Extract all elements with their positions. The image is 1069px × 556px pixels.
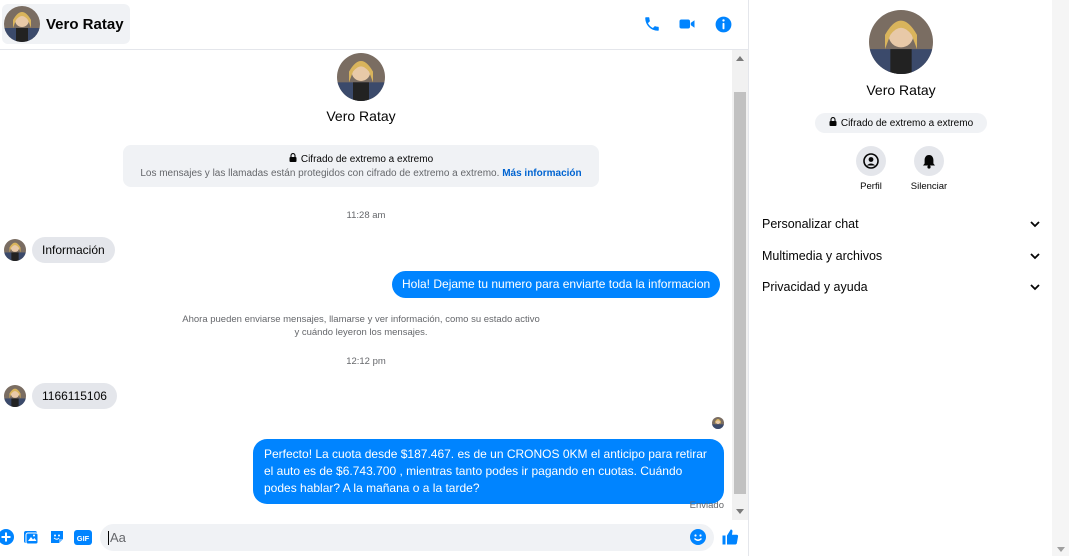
- profile-label: Perfil: [860, 181, 882, 192]
- more-info-link[interactable]: Más información: [502, 168, 581, 179]
- message-row-incoming: 1166115106: [4, 383, 117, 409]
- section-label: Privacidad y ayuda: [762, 280, 868, 294]
- composer: GIF Aa: [0, 520, 748, 556]
- timestamp: 11:28 am: [346, 210, 386, 221]
- lock-icon: [289, 153, 297, 165]
- section-label: Multimedia y archivos: [762, 249, 883, 263]
- section-media-files[interactable]: Multimedia y archivos: [762, 246, 1040, 266]
- info-contact-name: Vero Ratay: [866, 82, 936, 98]
- svg-text:GIF: GIF: [77, 534, 90, 543]
- seen-receipt-avatar: [712, 417, 724, 429]
- chevron-down-icon: [1030, 280, 1040, 294]
- phone-icon[interactable]: [641, 13, 663, 35]
- e2e-text: Los mensajes y las llamadas están proteg…: [140, 168, 500, 179]
- avatar: [4, 239, 26, 261]
- profile-icon: [856, 146, 886, 176]
- scroll-up-icon[interactable]: [736, 56, 744, 61]
- conversation-info-panel: Vero Ratay Cifrado de extremo a extremo …: [748, 0, 1052, 556]
- message-bubble-incoming[interactable]: 1166115106: [32, 383, 117, 409]
- plus-icon[interactable]: [0, 528, 15, 546]
- profile-button[interactable]: Perfil: [841, 146, 901, 192]
- sent-status: Enviado: [689, 500, 724, 511]
- lock-icon: [829, 117, 837, 129]
- scroll-down-icon[interactable]: [1057, 547, 1065, 552]
- message-scrollbar[interactable]: [732, 50, 748, 520]
- info-avatar[interactable]: [869, 10, 933, 74]
- message-input-placeholder: Aa: [110, 530, 126, 545]
- intro-avatar[interactable]: [337, 53, 385, 101]
- text-caret: [108, 530, 109, 545]
- message-bubble-outgoing[interactable]: Perfecto! La cuota desde $187.467. es de…: [253, 439, 724, 504]
- header-contact-button[interactable]: Vero Ratay: [2, 4, 130, 44]
- message-list[interactable]: Vero Ratay Cifrado de extremo a extremo …: [0, 50, 732, 520]
- e2e-title: Cifrado de extremo a extremo: [300, 153, 434, 165]
- chat-header: Vero Ratay: [0, 0, 748, 50]
- gif-icon[interactable]: GIF: [73, 528, 93, 546]
- mute-button[interactable]: Silenciar: [899, 146, 959, 192]
- bell-icon: [914, 146, 944, 176]
- scroll-down-icon[interactable]: [736, 509, 744, 514]
- e2e-badge[interactable]: Cifrado de extremo a extremo: [815, 113, 987, 133]
- chevron-down-icon: [1030, 217, 1040, 231]
- message-input[interactable]: Aa: [100, 524, 714, 551]
- message-bubble-outgoing[interactable]: Hola! Dejame tu numero para enviarte tod…: [392, 271, 721, 298]
- chat-panel: Vero Ratay Vero Ratay Cifrado de extremo…: [0, 0, 748, 556]
- e2e-notice: Cifrado de extremo a extremo Los mensaje…: [123, 145, 599, 187]
- like-icon[interactable]: [721, 528, 739, 546]
- message-row-incoming: Información: [4, 237, 115, 263]
- mute-label: Silenciar: [910, 181, 948, 192]
- chevron-down-icon: [1030, 249, 1040, 263]
- info-icon[interactable]: [712, 13, 734, 35]
- page-scrollbar[interactable]: [1052, 0, 1069, 556]
- intro-contact-name: Vero Ratay: [326, 108, 396, 124]
- video-camera-icon[interactable]: [676, 13, 698, 35]
- message-bubble-incoming[interactable]: Información: [32, 237, 115, 263]
- section-label: Personalizar chat: [762, 217, 859, 231]
- section-customize-chat[interactable]: Personalizar chat: [762, 214, 1040, 234]
- emoji-icon[interactable]: [689, 528, 707, 546]
- photo-icon[interactable]: [22, 528, 40, 546]
- e2e-badge-label: Cifrado de extremo a extremo: [840, 117, 974, 129]
- section-privacy-support[interactable]: Privacidad y ayuda: [762, 277, 1040, 297]
- scrollbar-thumb[interactable]: [734, 92, 746, 494]
- avatar: [4, 385, 26, 407]
- header-contact-name: Vero Ratay: [46, 15, 124, 33]
- system-note: Ahora pueden enviarse mensajes, llamarse…: [182, 314, 540, 338]
- timestamp: 12:12 pm: [346, 356, 386, 367]
- avatar: [4, 6, 40, 42]
- sticker-icon[interactable]: [48, 528, 66, 546]
